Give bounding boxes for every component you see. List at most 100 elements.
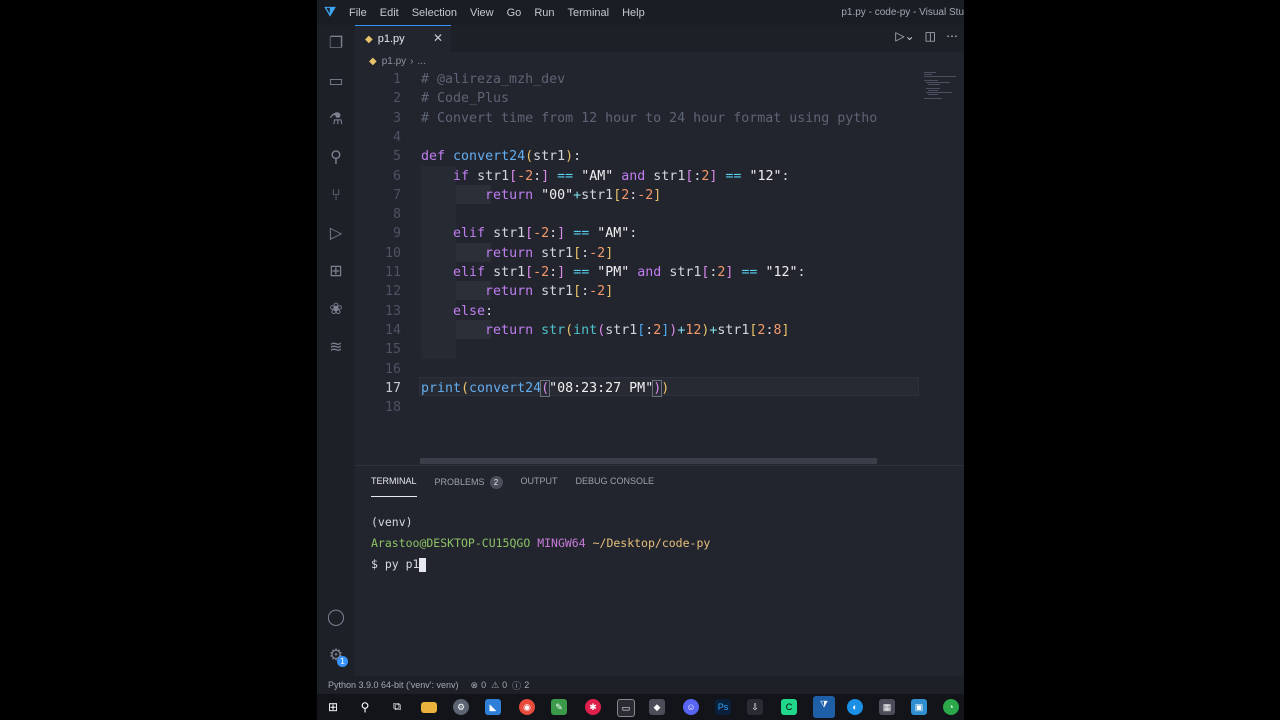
code-line: else:: [453, 303, 494, 319]
terminal-command: $ py p1: [371, 557, 420, 571]
line-number: 3: [392, 110, 401, 126]
account-icon[interactable]: ◯: [326, 607, 346, 627]
warning-count: 0: [502, 680, 508, 690]
pycharm-icon[interactable]: C: [781, 699, 797, 715]
line-number: 1: [392, 72, 401, 87]
info-icon[interactable]: ⓘ: [512, 679, 521, 692]
line-number: 5: [392, 149, 401, 165]
title-bar: ⧩ File Edit Selection View Go Run Termin…: [317, 0, 964, 25]
tab-p1-py[interactable]: ◆ p1.py ✕: [355, 25, 451, 52]
settings-badge: 1: [337, 656, 348, 667]
tab-terminal[interactable]: TERMINAL: [371, 476, 417, 497]
tab-problems[interactable]: PROBLEMS 2: [435, 476, 503, 496]
minimap-line: [924, 72, 936, 73]
run-debug-icon[interactable]: ▷: [326, 223, 346, 243]
menu-terminal[interactable]: Terminal: [568, 7, 610, 19]
docker-icon[interactable]: ≋: [326, 337, 346, 357]
python-file-icon: ◆: [365, 33, 373, 45]
line-number: 2: [392, 91, 401, 107]
terminal-prompt-info: Arastoo@DESKTOP-CU15QGO MINGW64 ~/Deskto…: [371, 533, 710, 554]
minimap[interactable]: [922, 70, 962, 100]
minimap-line: [928, 94, 938, 95]
paw-icon[interactable]: ❀: [326, 299, 346, 319]
line-number: 9: [392, 226, 401, 242]
menu-selection[interactable]: Selection: [412, 7, 457, 19]
code-editor[interactable]: 1 # @alireza_mzh_dev 2 # Code_Plus 3 # Conv…: [355, 70, 964, 462]
terminal-command-line: $ py p1: [371, 554, 710, 575]
source-control-icon[interactable]: ⑂: [326, 185, 346, 205]
run-icon[interactable]: ▷⌄: [895, 29, 914, 43]
panel-tabs: TERMINAL PROBLEMS 2 OUTPUT DEBUG CONSOLE: [371, 476, 672, 497]
minimap-line: [926, 88, 940, 89]
code-comment: # Code_Plus: [421, 91, 510, 107]
line-number: 14: [384, 322, 401, 338]
terminal-app-icon[interactable]: ▭: [617, 699, 635, 717]
browser-icon[interactable]: ◐: [847, 699, 863, 715]
discord-icon[interactable]: ☺: [683, 699, 699, 715]
explorer-icon[interactable]: ❐: [326, 33, 346, 53]
split-editor-icon[interactable]: ◫: [925, 29, 936, 43]
line-number: 12: [384, 284, 401, 300]
warning-icon[interactable]: ⚠: [491, 680, 499, 691]
vscode-taskbar-icon[interactable]: ⧩: [813, 696, 835, 718]
horizontal-scrollbar[interactable]: [420, 458, 877, 464]
app-icon[interactable]: ◣: [485, 699, 501, 715]
line-number: 8: [392, 207, 401, 223]
breadcrumb-file[interactable]: p1.py: [382, 56, 406, 67]
editor-actions: ▷⌄ ◫ ⋯: [895, 29, 958, 43]
download-app-icon[interactable]: ⇩: [747, 699, 763, 715]
error-icon[interactable]: ⊗: [471, 680, 479, 691]
code-line: if str1[-2:] == "AM" and str1[:2] == "12…: [453, 168, 790, 184]
code-line: print(convert24("08:23:27 PM")): [421, 379, 670, 397]
close-icon[interactable]: ✕: [433, 31, 443, 45]
more-icon[interactable]: ⋯: [946, 29, 958, 43]
python-interpreter[interactable]: Python 3.9.0 64-bit ('venv': venv): [328, 680, 459, 690]
menu-file[interactable]: File: [349, 7, 367, 19]
line-number: 11: [384, 265, 401, 280]
calculator-icon[interactable]: ▦: [879, 699, 895, 715]
remote-app-icon[interactable]: ▣: [911, 699, 927, 715]
folder-icon[interactable]: ▭: [326, 71, 346, 91]
terminal-output[interactable]: (venv) Arastoo@DESKTOP-CU15QGO MINGW64 ~/…: [371, 512, 710, 575]
error-count: 0: [481, 680, 487, 690]
terminal-user-host: Arastoo@DESKTOP-CU15QGO: [371, 536, 531, 550]
chrome-icon[interactable]: ◉: [519, 699, 535, 715]
search-icon[interactable]: ⚲: [326, 147, 346, 167]
python-file-icon: ◆: [369, 55, 377, 67]
menu-go[interactable]: Go: [507, 7, 522, 19]
editor-app-icon[interactable]: ✎: [551, 699, 567, 715]
tab-output[interactable]: OUTPUT: [521, 476, 558, 496]
tab-label: p1.py: [377, 33, 405, 45]
settings-app-icon[interactable]: ⚙: [453, 699, 469, 715]
breadcrumb-rest[interactable]: ...: [418, 56, 426, 67]
terminal-venv: (venv): [371, 515, 413, 529]
menu-help[interactable]: Help: [622, 7, 645, 19]
code-line: return str1[:-2]: [485, 245, 614, 261]
windows-start-icon[interactable]: ⊞: [325, 699, 341, 715]
breadcrumb-separator: ›: [410, 55, 414, 67]
code-line: return str1[:-2]: [485, 284, 614, 300]
extensions-icon[interactable]: ⊞: [326, 261, 346, 281]
file-explorer-icon[interactable]: [421, 702, 437, 713]
menu-view[interactable]: View: [470, 7, 494, 19]
bug-app-icon[interactable]: ✱: [585, 699, 601, 715]
breadcrumb: ◆ p1.py › ...: [355, 52, 964, 70]
menu-run[interactable]: Run: [534, 7, 554, 19]
vscode-logo-icon: ⧩: [324, 4, 336, 20]
search-icon[interactable]: ⚲: [357, 699, 373, 715]
line-number: 4: [392, 129, 401, 145]
menu-edit[interactable]: Edit: [380, 7, 399, 19]
task-view-icon[interactable]: ⧉: [389, 699, 405, 715]
line-number: 6: [392, 168, 401, 184]
minimap-line: [926, 92, 952, 93]
git-icon[interactable]: ◆: [649, 699, 665, 715]
minimap-line: [924, 74, 932, 75]
photoshop-icon[interactable]: Ps: [715, 699, 731, 715]
vscode-window: ⧩ File Edit Selection View Go Run Termin…: [317, 0, 964, 720]
minimap-line: [924, 80, 938, 81]
tab-problems-label: PROBLEMS: [434, 477, 485, 487]
flask-icon[interactable]: ⚗: [326, 109, 346, 129]
tab-debug-console[interactable]: DEBUG CONSOLE: [576, 476, 655, 496]
green-app-icon[interactable]: ◔: [943, 699, 959, 715]
code-line: elif str1[-2:] == "PM" and str1[:2] == "…: [453, 265, 806, 280]
